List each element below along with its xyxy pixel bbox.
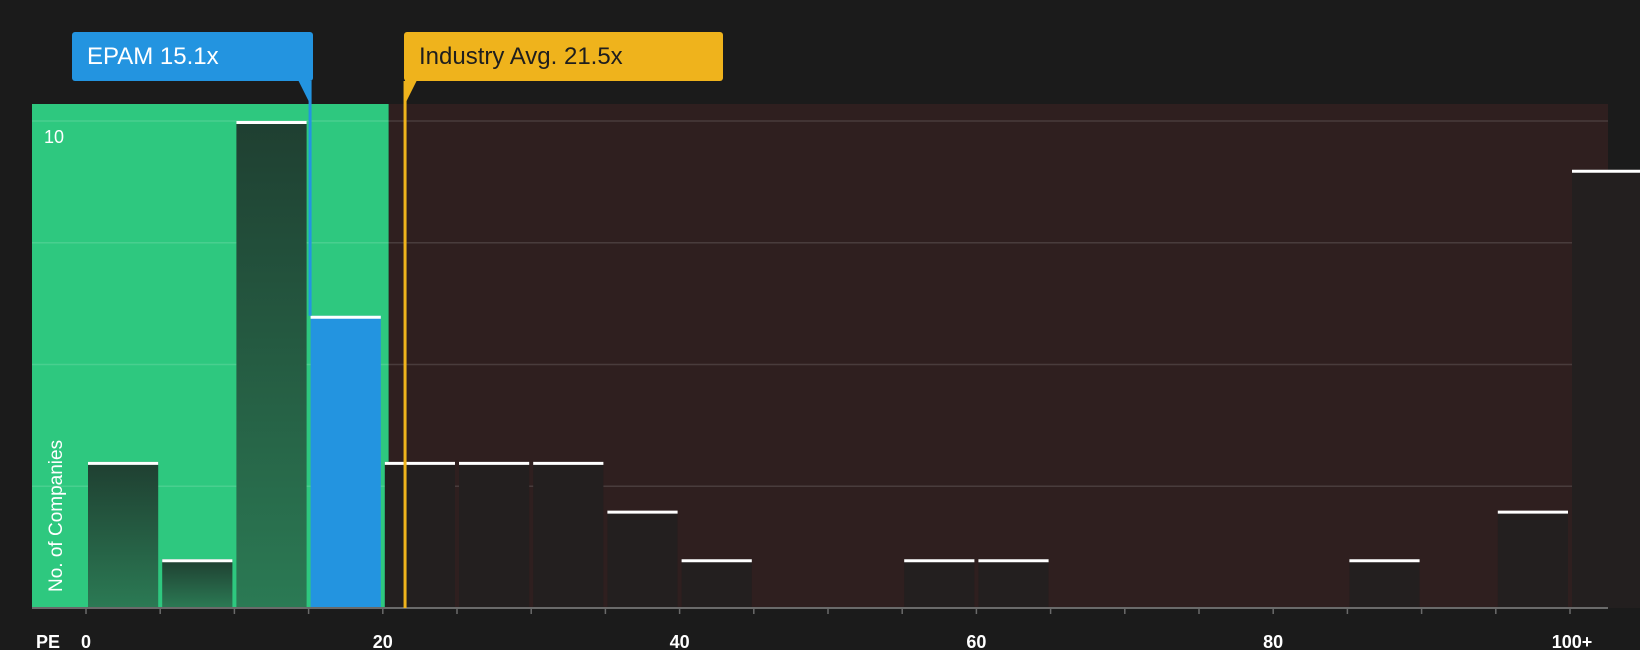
histogram-bar	[384, 461, 455, 608]
histogram-bar	[88, 461, 159, 608]
histogram-bar	[904, 559, 975, 608]
x-tick-label: 80	[1263, 632, 1283, 650]
histogram-bar	[1572, 169, 1640, 608]
y-axis-label: No. of Companies	[46, 440, 67, 592]
x-tick-label: 100+	[1552, 632, 1593, 650]
histogram-bar	[1349, 559, 1420, 608]
histogram-bar	[978, 559, 1049, 608]
histogram-bar	[1497, 510, 1568, 608]
industry-avg-label: Industry Avg. 21.5x	[419, 43, 623, 70]
industry-avg-callout: Industry Avg. 21.5x	[404, 32, 723, 81]
company-callout-pointer	[298, 80, 311, 104]
histogram-bar	[681, 559, 752, 608]
x-tick-label: 20	[373, 632, 393, 650]
x-tick-label: 0	[81, 632, 91, 650]
histogram-bar	[533, 461, 604, 608]
x-tick-label: 60	[966, 632, 986, 650]
histogram-bar	[607, 510, 678, 608]
histogram-bar	[236, 121, 307, 608]
industry-callout-pointer	[405, 80, 418, 104]
histogram-bar	[459, 461, 530, 608]
y-tick-label: 10	[44, 127, 64, 147]
company-pe-callout: EPAM 15.1x	[72, 32, 313, 81]
x-axis-label: PE	[36, 632, 60, 650]
histogram-bar	[310, 315, 381, 608]
histogram-bar	[162, 559, 233, 608]
pe-histogram-chart: 0 20 40 60 80 100+ PE 10 No. of Companies	[32, 80, 1640, 650]
company-pe-label: EPAM 15.1x	[87, 43, 219, 70]
x-tick-label: 40	[670, 632, 690, 650]
